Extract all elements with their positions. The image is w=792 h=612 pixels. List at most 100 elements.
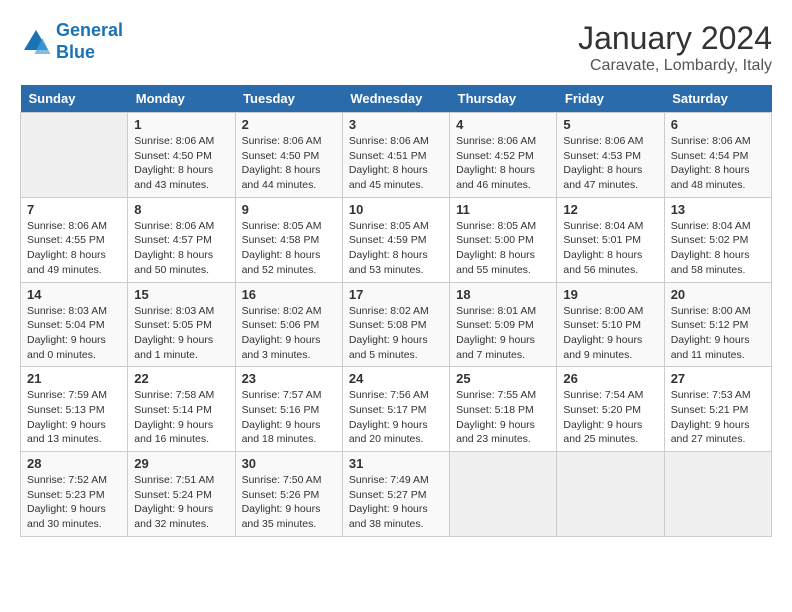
- calendar-cell: [664, 452, 771, 537]
- day-number: 31: [349, 456, 443, 471]
- calendar-week-row: 1Sunrise: 8:06 AM Sunset: 4:50 PM Daylig…: [21, 113, 772, 198]
- day-info: Sunrise: 8:02 AM Sunset: 5:06 PM Dayligh…: [242, 304, 336, 363]
- calendar-cell: 9 Sunrise: 8:05 AM Sunset: 4:58 PM Daylig…: [235, 197, 342, 282]
- day-number: 7: [27, 202, 121, 217]
- weekday-header: Friday: [557, 85, 664, 113]
- day-info: Sunrise: 7:59 AM Sunset: 5:13 PM Dayligh…: [27, 388, 121, 447]
- calendar-week-row: 14Sunrise: 8:03 AM Sunset: 5:04 PM Dayli…: [21, 282, 772, 367]
- day-info: Sunrise: 8:06 AM Sunset: 4:54 PM Dayligh…: [671, 134, 765, 193]
- calendar-week-row: 21Sunrise: 7:59 AM Sunset: 5:13 PM Dayli…: [21, 367, 772, 452]
- day-number: 22: [134, 371, 228, 386]
- day-info: Sunrise: 7:56 AM Sunset: 5:17 PM Dayligh…: [349, 388, 443, 447]
- page-header: General Blue January 2024 Caravate, Lomb…: [20, 20, 772, 75]
- calendar-cell: 28 Sunrise: 7:52 AM Sunset: 5:23 PM Dayli…: [21, 452, 128, 537]
- calendar-cell: 27 Sunrise: 7:53 AM Sunset: 5:21 PM Dayli…: [664, 367, 771, 452]
- day-info: Sunrise: 8:06 AM Sunset: 4:53 PM Dayligh…: [563, 134, 657, 193]
- day-info: Sunrise: 7:52 AM Sunset: 5:23 PM Dayligh…: [27, 473, 121, 532]
- day-info: Sunrise: 7:53 AM Sunset: 5:21 PM Dayligh…: [671, 388, 765, 447]
- day-number: 3: [349, 117, 443, 132]
- day-info: Sunrise: 8:06 AM Sunset: 4:50 PM Dayligh…: [134, 134, 228, 193]
- calendar-cell: 5 Sunrise: 8:06 AM Sunset: 4:53 PM Daylig…: [557, 113, 664, 198]
- day-info: Sunrise: 8:06 AM Sunset: 4:52 PM Dayligh…: [456, 134, 550, 193]
- calendar-cell: 18 Sunrise: 8:01 AM Sunset: 5:09 PM Dayli…: [450, 282, 557, 367]
- day-number: 24: [349, 371, 443, 386]
- weekday-header: Monday: [128, 85, 235, 113]
- calendar-header: SundayMondayTuesdayWednesdayThursdayFrid…: [21, 85, 772, 113]
- day-number: 8: [134, 202, 228, 217]
- logo: General Blue: [20, 20, 123, 63]
- calendar-cell: 12Sunrise: 8:04 AM Sunset: 5:01 PM Dayli…: [557, 197, 664, 282]
- calendar-cell: 21Sunrise: 7:59 AM Sunset: 5:13 PM Dayli…: [21, 367, 128, 452]
- day-info: Sunrise: 8:03 AM Sunset: 5:05 PM Dayligh…: [134, 304, 228, 363]
- header-row: SundayMondayTuesdayWednesdayThursdayFrid…: [21, 85, 772, 113]
- day-number: 14: [27, 287, 121, 302]
- day-number: 15: [134, 287, 228, 302]
- day-number: 10: [349, 202, 443, 217]
- title-block: January 2024 Caravate, Lombardy, Italy: [578, 20, 772, 75]
- day-number: 19: [563, 287, 657, 302]
- weekday-header: Sunday: [21, 85, 128, 113]
- calendar-cell: 22 Sunrise: 7:58 AM Sunset: 5:14 PM Dayli…: [128, 367, 235, 452]
- day-info: Sunrise: 7:58 AM Sunset: 5:14 PM Dayligh…: [134, 388, 228, 447]
- day-number: 18: [456, 287, 550, 302]
- calendar-cell: 29 Sunrise: 7:51 AM Sunset: 5:24 PM Dayli…: [128, 452, 235, 537]
- calendar-cell: 19 Sunrise: 8:00 AM Sunset: 5:10 PM Dayli…: [557, 282, 664, 367]
- calendar-cell: 4 Sunrise: 8:06 AM Sunset: 4:52 PM Daylig…: [450, 113, 557, 198]
- day-number: 30: [242, 456, 336, 471]
- day-number: 28: [27, 456, 121, 471]
- logo-text: General Blue: [56, 20, 123, 63]
- day-number: 2: [242, 117, 336, 132]
- day-info: Sunrise: 7:57 AM Sunset: 5:16 PM Dayligh…: [242, 388, 336, 447]
- day-info: Sunrise: 8:04 AM Sunset: 5:02 PM Dayligh…: [671, 219, 765, 278]
- logo-line1: General: [56, 20, 123, 40]
- day-info: Sunrise: 8:05 AM Sunset: 5:00 PM Dayligh…: [456, 219, 550, 278]
- day-info: Sunrise: 7:50 AM Sunset: 5:26 PM Dayligh…: [242, 473, 336, 532]
- day-info: Sunrise: 8:00 AM Sunset: 5:12 PM Dayligh…: [671, 304, 765, 363]
- day-number: 25: [456, 371, 550, 386]
- day-number: 16: [242, 287, 336, 302]
- month-title: January 2024: [578, 20, 772, 57]
- calendar-cell: 11Sunrise: 8:05 AM Sunset: 5:00 PM Dayli…: [450, 197, 557, 282]
- logo-line2: Blue: [56, 42, 95, 62]
- calendar-cell: [21, 113, 128, 198]
- day-info: Sunrise: 7:51 AM Sunset: 5:24 PM Dayligh…: [134, 473, 228, 532]
- calendar-week-row: 28 Sunrise: 7:52 AM Sunset: 5:23 PM Dayli…: [21, 452, 772, 537]
- day-info: Sunrise: 7:55 AM Sunset: 5:18 PM Dayligh…: [456, 388, 550, 447]
- calendar-cell: 16 Sunrise: 8:02 AM Sunset: 5:06 PM Dayli…: [235, 282, 342, 367]
- day-number: 27: [671, 371, 765, 386]
- calendar-cell: 13 Sunrise: 8:04 AM Sunset: 5:02 PM Dayli…: [664, 197, 771, 282]
- day-number: 6: [671, 117, 765, 132]
- day-number: 17: [349, 287, 443, 302]
- day-number: 9: [242, 202, 336, 217]
- calendar-cell: 17Sunrise: 8:02 AM Sunset: 5:08 PM Dayli…: [342, 282, 449, 367]
- calendar-cell: [557, 452, 664, 537]
- calendar-cell: [450, 452, 557, 537]
- calendar-cell: 1Sunrise: 8:06 AM Sunset: 4:50 PM Daylig…: [128, 113, 235, 198]
- day-info: Sunrise: 8:06 AM Sunset: 4:55 PM Dayligh…: [27, 219, 121, 278]
- calendar-table: SundayMondayTuesdayWednesdayThursdayFrid…: [20, 85, 772, 537]
- day-number: 4: [456, 117, 550, 132]
- day-number: 23: [242, 371, 336, 386]
- calendar-week-row: 7 Sunrise: 8:06 AM Sunset: 4:55 PM Daylig…: [21, 197, 772, 282]
- calendar-cell: 6 Sunrise: 8:06 AM Sunset: 4:54 PM Daylig…: [664, 113, 771, 198]
- day-info: Sunrise: 7:49 AM Sunset: 5:27 PM Dayligh…: [349, 473, 443, 532]
- day-number: 26: [563, 371, 657, 386]
- weekday-header: Wednesday: [342, 85, 449, 113]
- weekday-header: Saturday: [664, 85, 771, 113]
- day-info: Sunrise: 8:04 AM Sunset: 5:01 PM Dayligh…: [563, 219, 657, 278]
- logo-icon: [20, 26, 52, 58]
- day-number: 29: [134, 456, 228, 471]
- day-info: Sunrise: 8:05 AM Sunset: 4:58 PM Dayligh…: [242, 219, 336, 278]
- day-info: Sunrise: 8:06 AM Sunset: 4:50 PM Dayligh…: [242, 134, 336, 193]
- calendar-cell: 23 Sunrise: 7:57 AM Sunset: 5:16 PM Dayli…: [235, 367, 342, 452]
- calendar-cell: 31 Sunrise: 7:49 AM Sunset: 5:27 PM Dayli…: [342, 452, 449, 537]
- day-info: Sunrise: 8:06 AM Sunset: 4:57 PM Dayligh…: [134, 219, 228, 278]
- location-title: Caravate, Lombardy, Italy: [578, 57, 772, 75]
- day-info: Sunrise: 8:00 AM Sunset: 5:10 PM Dayligh…: [563, 304, 657, 363]
- calendar-cell: 26Sunrise: 7:54 AM Sunset: 5:20 PM Dayli…: [557, 367, 664, 452]
- day-number: 5: [563, 117, 657, 132]
- calendar-cell: 20Sunrise: 8:00 AM Sunset: 5:12 PM Dayli…: [664, 282, 771, 367]
- day-number: 13: [671, 202, 765, 217]
- day-info: Sunrise: 8:01 AM Sunset: 5:09 PM Dayligh…: [456, 304, 550, 363]
- calendar-cell: 30 Sunrise: 7:50 AM Sunset: 5:26 PM Dayli…: [235, 452, 342, 537]
